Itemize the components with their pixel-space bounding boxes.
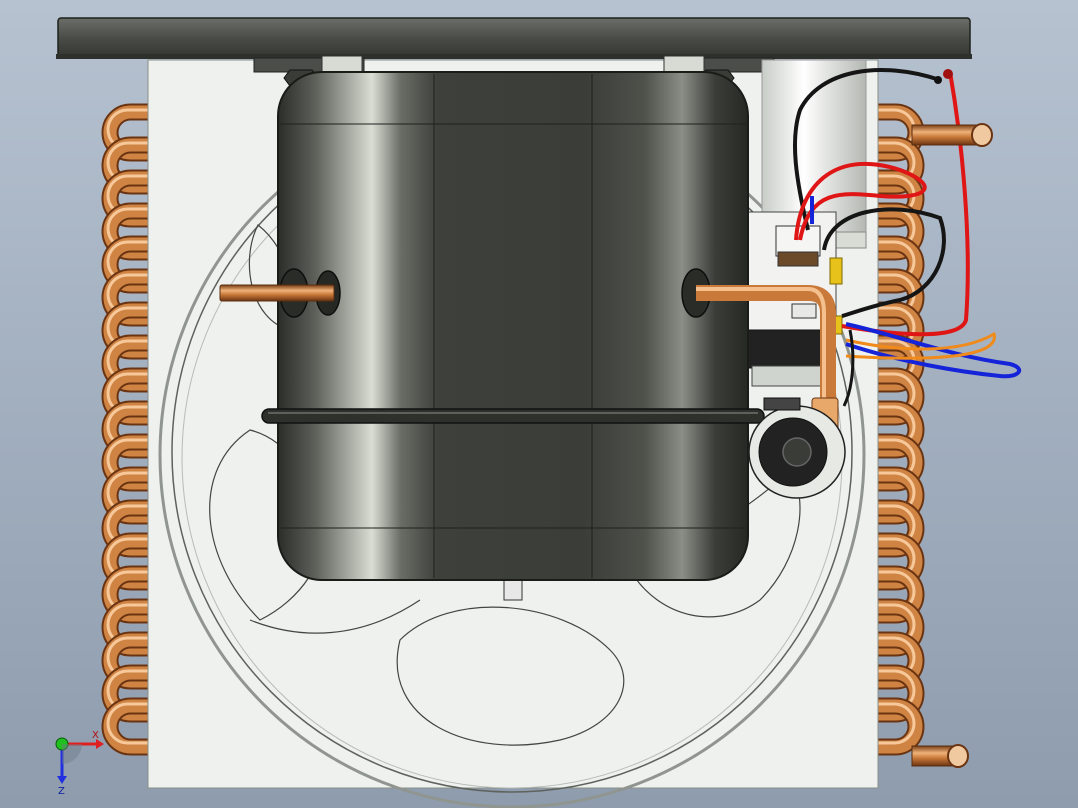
top-mounting-plate[interactable] [57,17,971,59]
relay-base [777,251,819,267]
wire-terminal-red [943,69,953,79]
plate-lip [56,54,972,59]
condensing-unit-model[interactable] [0,0,1078,808]
x-axis-label: X [92,730,99,741]
left-suction-pipe [219,284,335,302]
triad-shadow-icon [62,744,82,764]
fan-hub-bracket [503,577,523,601]
cad-viewport[interactable]: X Z [0,0,1078,808]
relay-clip [791,303,817,319]
shell-weld-band [261,408,765,424]
upper-outlet-mouth [971,123,993,147]
compressor-shell [277,71,749,581]
coordinate-triad: X Z [55,730,104,796]
lower-outlet-mouth [947,744,969,768]
motor-shaft [782,437,812,467]
z-axis-arrow-icon [57,776,67,784]
compressor[interactable] [261,71,765,581]
terminal-block [745,329,833,369]
z-axis-label: Z [58,786,65,796]
motor-bracket [763,397,801,411]
wire-terminal-black [934,76,942,84]
terminal-yellow-1 [829,257,843,285]
